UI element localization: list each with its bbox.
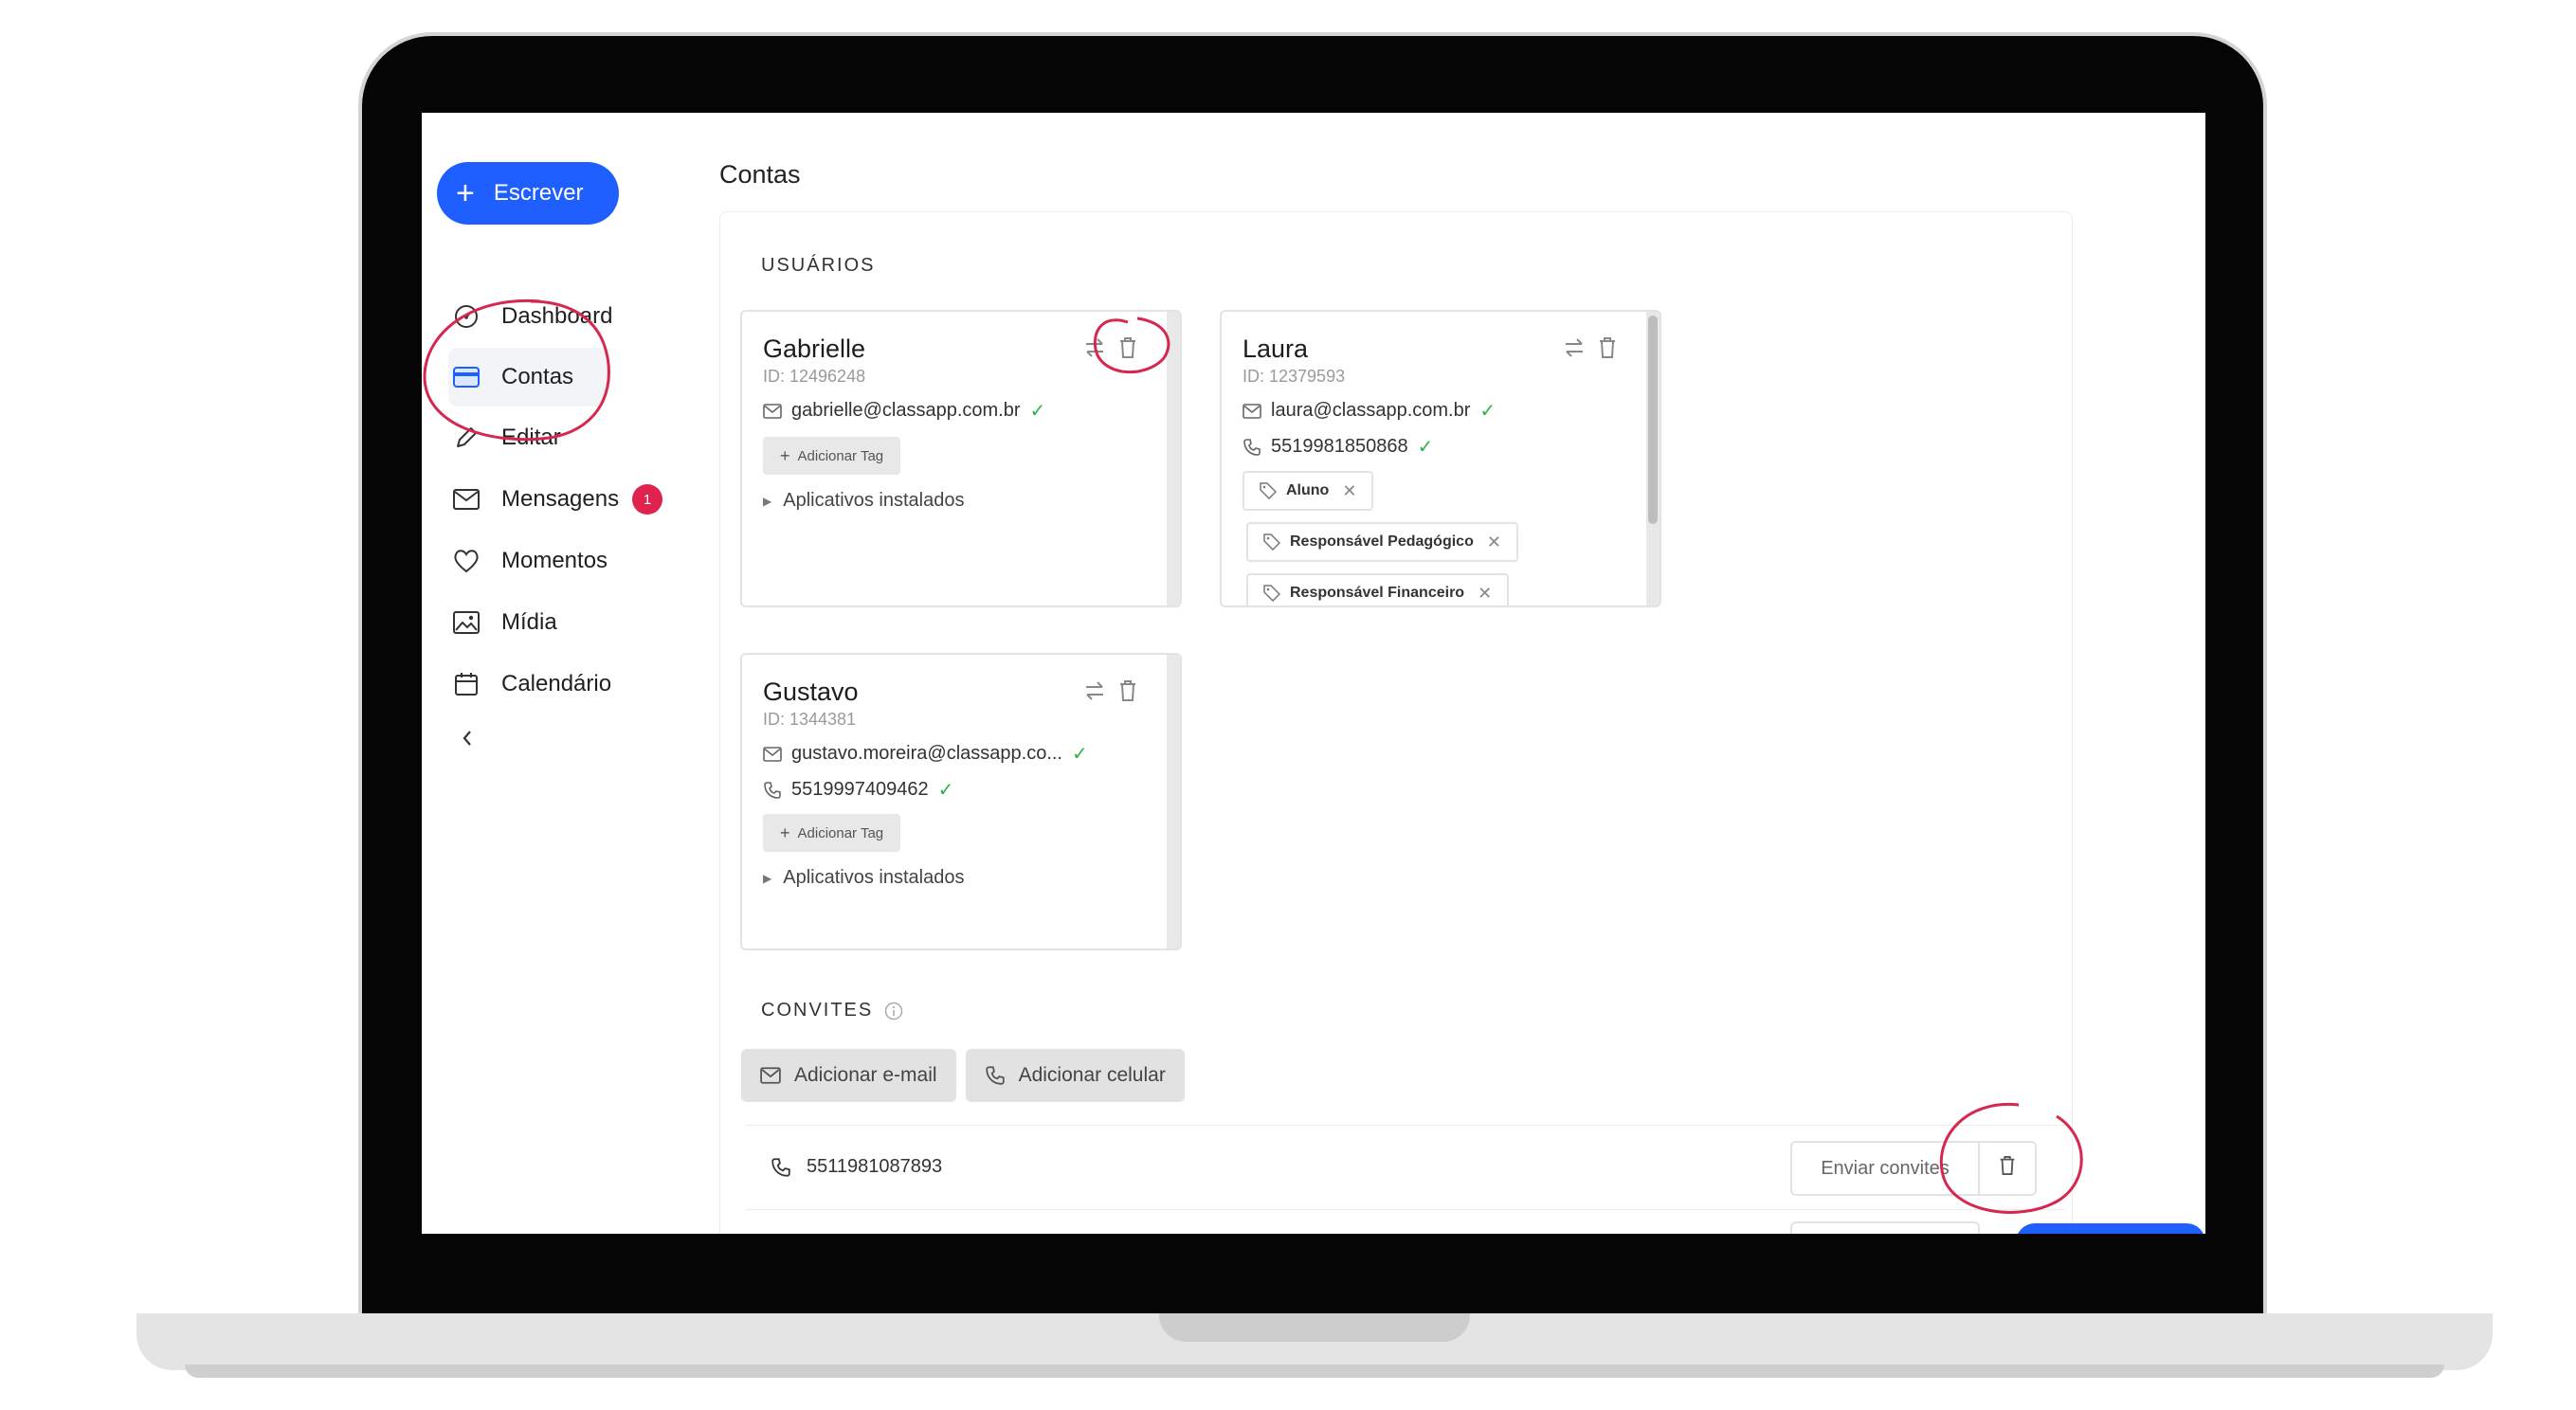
annotation-overlay <box>423 298 2083 1214</box>
annotation-circle-contas <box>423 298 610 442</box>
annotation-circle-delete-invite <box>1939 1102 2083 1214</box>
annotation-circle-trash <box>1093 316 1170 374</box>
